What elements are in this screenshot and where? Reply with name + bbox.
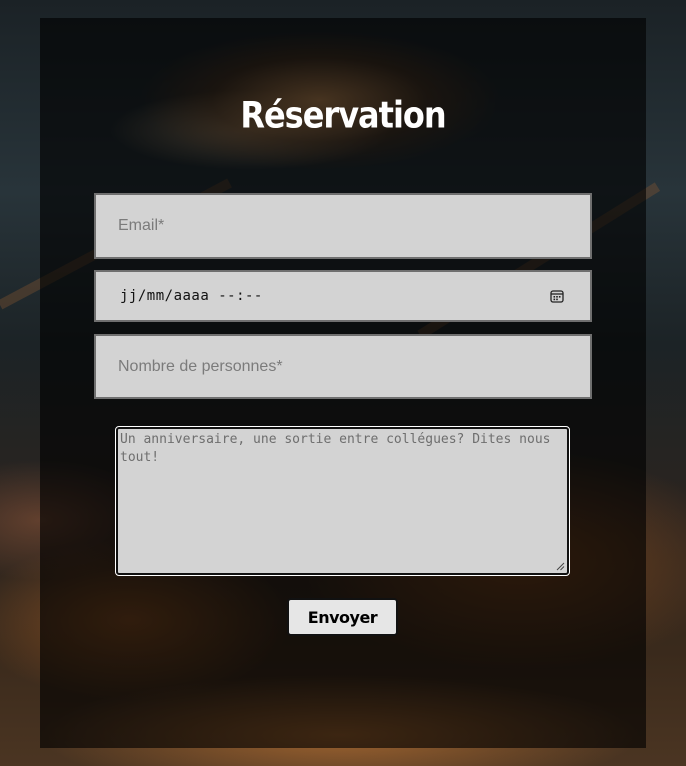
datetime-placeholder: jj/mm/aaaa --:-- (120, 288, 263, 304)
resize-grip-icon[interactable] (556, 562, 565, 571)
message-placeholder: Un anniversaire, une sortie entre collég… (120, 432, 551, 465)
datetime-field[interactable]: jj/mm/aaaa --:-- (94, 270, 592, 322)
submit-button[interactable]: Envoyer (287, 598, 398, 636)
email-field[interactable]: Email* (94, 193, 592, 259)
people-count-field[interactable]: Nombre de personnes* (94, 334, 592, 399)
people-count-placeholder: Nombre de personnes* (118, 357, 283, 375)
message-textarea[interactable]: Un anniversaire, une sortie entre collég… (115, 426, 570, 576)
page-title: Réservation (240, 93, 446, 137)
calendar-icon[interactable] (550, 289, 564, 303)
email-placeholder: Email* (118, 217, 165, 234)
